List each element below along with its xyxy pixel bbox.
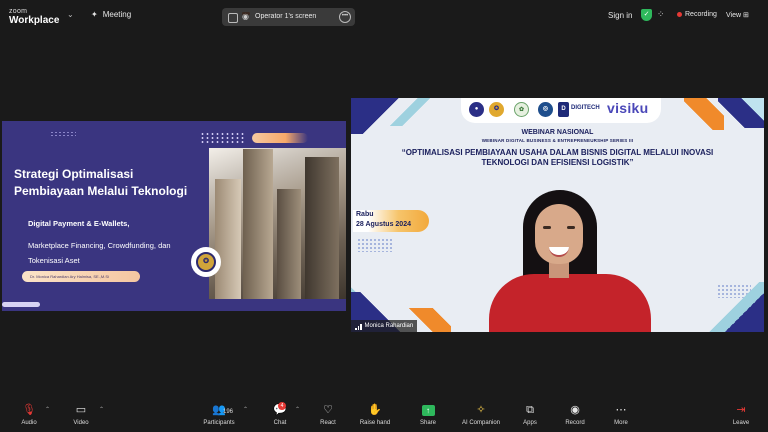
event-date: 28 Agustus 2024 (356, 221, 411, 228)
signal-icon (355, 323, 362, 330)
heart-icon: ♡ (323, 404, 333, 416)
zoom-workplace-logo[interactable]: zoom Workplace (9, 7, 60, 26)
participant-video-tile[interactable]: ● ✪ ✿ ◎ D DIGITECH visiku WEBINAR NASION… (351, 98, 764, 332)
record-button[interactable]: ◉ Record (562, 403, 588, 426)
record-icon: ◉ (570, 404, 580, 416)
event-date-badge: Rabu 28 Agustus 2024 (353, 210, 429, 232)
recording-dot-icon (677, 12, 682, 17)
recording-indicator[interactable]: Recording (677, 11, 717, 18)
slide-subtitle-2: Marketplace Financing, Crowdfunding, dan… (28, 241, 171, 265)
mic-muted-icon: 🎙 (22, 404, 36, 416)
meeting-menu[interactable]: ✦ Meeting (91, 10, 131, 19)
more-button[interactable]: ⋯ More (609, 403, 633, 426)
sponsor-logo: ✿ (514, 102, 529, 117)
brand-line2: Workplace (9, 15, 60, 26)
decor-shape (684, 282, 764, 332)
chevron-up-icon[interactable]: ⌃ (243, 406, 248, 413)
slide-author: Dr. Monica Rahardian Ary Halmisa, SE.,M.… (22, 271, 140, 282)
ai-companion-button[interactable]: ✧ AI Companion (457, 403, 505, 426)
chevron-up-icon[interactable]: ⌃ (45, 406, 50, 413)
slide-subtitle-1: Digital Payment & E-Wallets, (28, 219, 130, 228)
decor-shape (718, 98, 764, 128)
record-label: Record (565, 420, 585, 426)
people-icon: 👥 196 (199, 403, 239, 417)
apps-grid-icon[interactable]: ⁘ (657, 9, 665, 20)
visiku-logo: visiku (607, 100, 649, 116)
apps-label: Apps (523, 420, 537, 426)
more-label: More (614, 420, 628, 426)
participants-label: Participants (203, 420, 235, 426)
sponsor-logo: ● (469, 102, 484, 117)
audio-label: Audio (21, 420, 37, 426)
video-button[interactable]: ▭ Video (68, 403, 94, 426)
hand-icon: ✋ (368, 404, 382, 416)
more-options-icon[interactable]: ••• (339, 11, 351, 23)
participant-name: Monica Rahardian (364, 323, 414, 329)
apps-icon: ⧉ (526, 404, 534, 416)
meeting-label: Meeting (102, 10, 132, 19)
chevron-up-icon[interactable]: ⌃ (99, 406, 104, 413)
chat-icon: 💬 4 (273, 402, 287, 416)
screen-share-indicator[interactable]: ◉ Operator 1's screen ••• (222, 8, 355, 26)
ai-companion-label: AI Companion (461, 420, 501, 426)
leave-label: Leave (732, 420, 750, 426)
share-label: Share (419, 420, 436, 426)
webinar-title: WEBINAR NASIONAL (521, 129, 594, 136)
event-day: Rabu (356, 211, 374, 218)
share-screen-icon: ↑ (416, 403, 440, 417)
meeting-controls: 🎙 Audio ⌃ ▭ Video ⌃ 👥 196 Participants ⌃ … (0, 400, 768, 432)
sponsor-logo: ◎ (538, 102, 553, 117)
react-button[interactable]: ♡ React (316, 403, 340, 426)
shield-check-icon[interactable]: ✓ (641, 9, 652, 21)
view-label: View (726, 12, 742, 19)
sponsor-logo: ✪ (489, 102, 504, 117)
digitech-logo-text: DIGITECH (571, 105, 600, 111)
react-label: React (320, 420, 336, 426)
decor-dots (357, 238, 393, 252)
raise-hand-button[interactable]: ✋ Raise hand (356, 403, 394, 426)
shared-screen-slide[interactable]: Strategi Optimalisasi Pembiayaan Melalui… (2, 121, 346, 311)
decor-shape (351, 98, 451, 126)
audio-button[interactable]: 🎙 Audio (16, 403, 42, 426)
view-button[interactable]: View ⊞ (726, 11, 749, 19)
decor-dots (200, 132, 244, 144)
chat-button[interactable]: 💬 4 Chat (268, 402, 292, 426)
raise-hand-label: Raise hand (359, 420, 391, 426)
decor-pill (2, 302, 40, 307)
chat-label: Chat (273, 420, 287, 426)
university-seal: ✪ (191, 247, 221, 277)
top-bar: zoom Workplace ⌄ ✦ Meeting ◉ Operator 1'… (0, 0, 768, 34)
chevron-down-icon[interactable]: ⌄ (67, 10, 74, 19)
participant-video (481, 190, 656, 332)
participants-button[interactable]: 👥 196 Participants (199, 403, 239, 426)
video-label: Video (73, 420, 89, 426)
sparkle-icon: ✧ (476, 404, 486, 416)
participants-count: 196 (223, 409, 234, 415)
decor-dots (50, 131, 76, 137)
more-icon: ⋯ (615, 404, 627, 416)
stop-square-icon[interactable] (228, 13, 238, 23)
share-button[interactable]: ↑ Share (416, 403, 440, 426)
webinar-series: WEBINAR DIGITAL BUSINESS & ENTREPRENEURS… (481, 138, 634, 143)
leave-icon: ⇥ (736, 404, 746, 416)
eye-icon: ◉ (242, 12, 250, 21)
share-label: Operator 1's screen (255, 13, 317, 20)
camera-icon: ▭ (75, 404, 87, 416)
chevron-up-icon[interactable]: ⌃ (295, 406, 300, 413)
paw-icon: ✦ (91, 10, 98, 19)
sponsor-logo: D (558, 102, 569, 117)
decor-pill (252, 133, 308, 143)
apps-button[interactable]: ⧉ Apps (518, 403, 542, 426)
leave-button[interactable]: ⇥ Leave (729, 403, 753, 426)
participant-name-tag: Monica Rahardian (351, 320, 418, 332)
slide-title: Strategi Optimalisasi Pembiayaan Melalui… (14, 167, 188, 198)
chat-badge: 4 (278, 402, 286, 410)
sign-in-link[interactable]: Sign in (608, 11, 632, 20)
webinar-headline: “OPTIMALISASI PEMBIAYAAN USAHA DALAM BIS… (401, 148, 714, 167)
skyscraper-image (209, 148, 346, 299)
recording-label: Recording (685, 11, 717, 18)
